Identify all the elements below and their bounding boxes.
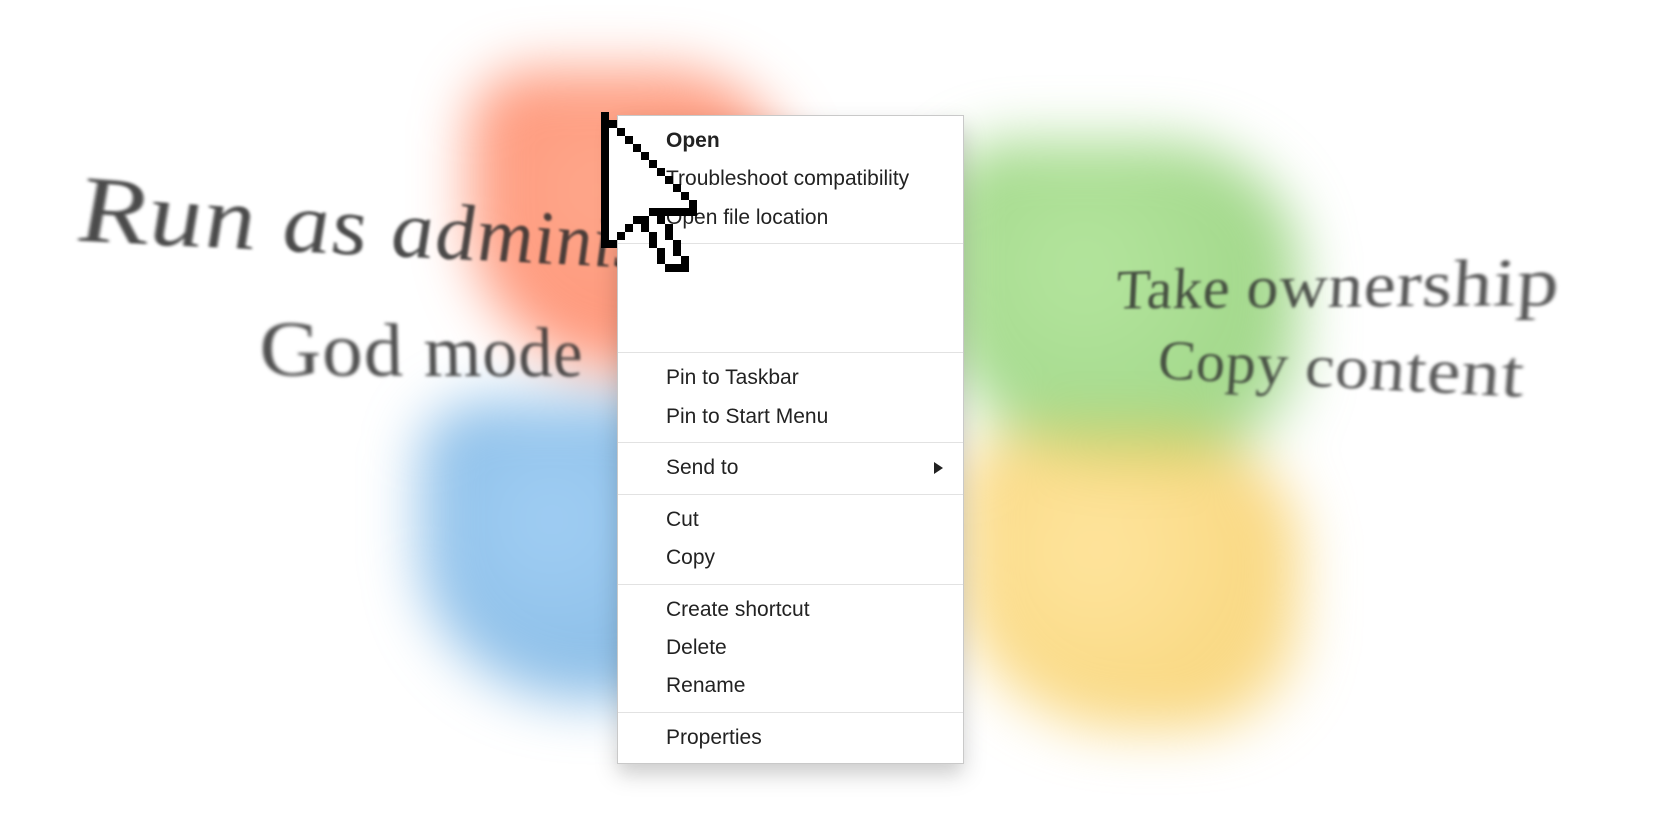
menu-item-pin-to-taskbar[interactable]: Pin to Taskbar: [618, 359, 963, 397]
menu-item-copy[interactable]: Copy: [618, 539, 963, 577]
menu-item-troubleshoot-compatibility[interactable]: Troubleshoot compatibility: [618, 160, 963, 198]
menu-label: Send to: [666, 453, 738, 483]
menu-item-cut[interactable]: Cut: [618, 501, 963, 539]
menu-label: Properties: [666, 723, 762, 753]
menu-item-open[interactable]: Open: [618, 122, 963, 160]
menu-item-properties[interactable]: Properties: [618, 719, 963, 757]
menu-label: Pin to Taskbar: [666, 363, 799, 393]
menu-label: Open file location: [666, 203, 828, 233]
menu-label: Rename: [666, 671, 745, 701]
menu-label: Delete: [666, 633, 727, 663]
menu-label: Copy: [666, 543, 715, 573]
menu-item-rename[interactable]: Rename: [618, 667, 963, 705]
menu-label: Troubleshoot compatibility: [666, 164, 909, 194]
context-menu: Open Troubleshoot compatibility Open fil…: [617, 115, 964, 764]
submenu-arrow-icon: [934, 462, 943, 474]
menu-item-open-file-location[interactable]: Open file location: [618, 199, 963, 237]
menu-label: Pin to Start Menu: [666, 402, 828, 432]
menu-label: Cut: [666, 505, 699, 535]
menu-item-delete[interactable]: Delete: [618, 629, 963, 667]
menu-label: Open: [666, 126, 720, 156]
menu-item-send-to[interactable]: Send to: [618, 449, 963, 487]
menu-item-blank-region[interactable]: [618, 250, 963, 346]
menu-item-pin-to-start-menu[interactable]: Pin to Start Menu: [618, 398, 963, 436]
menu-label: Create shortcut: [666, 595, 810, 625]
menu-item-create-shortcut[interactable]: Create shortcut: [618, 591, 963, 629]
